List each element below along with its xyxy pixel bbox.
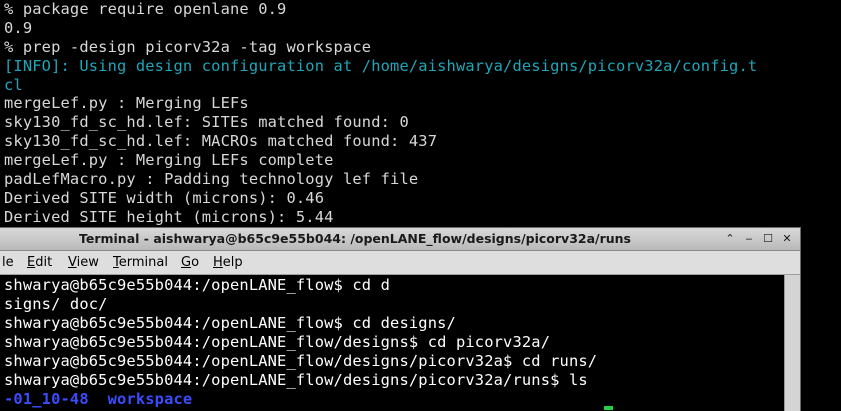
- menu-label: elp: [222, 255, 243, 270]
- menu-bar: le Edit View Terminal Go Help: [0, 251, 800, 275]
- menu-mnemonic: V: [68, 255, 77, 270]
- menu-label: erminal: [118, 255, 168, 270]
- terminal-line: % prep -design picorv32a -tag workspace: [4, 38, 372, 56]
- terminal-line: shwarya@b65c9e55b044:/openLANE_flow/desi…: [4, 371, 588, 389]
- menu-mnemonic: E: [27, 255, 36, 270]
- terminal-cursor: [604, 406, 613, 410]
- terminal-line: padLefMacro.py : Padding technology lef …: [4, 170, 419, 188]
- menu-edit[interactable]: Edit: [27, 251, 52, 274]
- menu-go[interactable]: Go: [181, 251, 199, 274]
- terminal-line: shwarya@b65c9e55b044:/openLANE_flow$ cd …: [4, 314, 456, 332]
- info-line: cl: [4, 76, 23, 94]
- terminal-output[interactable]: shwarya@b65c9e55b044:/openLANE_flow$ cd …: [0, 275, 784, 411]
- terminal-line: sky130_fd_sc_hd.lef: MACROs matched foun…: [4, 132, 438, 150]
- terminal-line: shwarya@b65c9e55b044:/openLANE_flow/desi…: [4, 333, 551, 351]
- menu-label: o: [191, 255, 200, 270]
- terminal-line: 0.9: [4, 19, 33, 37]
- terminal-line: mergeLef.py : Merging LEFs: [4, 94, 249, 112]
- maximize-button[interactable]: ☐: [760, 231, 776, 247]
- terminal-line: % package require openlane 0.9: [4, 0, 287, 18]
- menu-terminal[interactable]: Terminal: [113, 251, 168, 274]
- terminal-line: signs/ doc/: [4, 295, 108, 313]
- window-menu-button[interactable]: ⌃: [722, 231, 738, 247]
- window-title: Terminal - aishwarya@b65c9e55b044: /open…: [78, 231, 631, 246]
- terminal-line: sky130_fd_sc_hd.lef: SITEs matched found…: [4, 113, 409, 131]
- vertical-scrollbar[interactable]: [784, 275, 800, 411]
- terminal-window[interactable]: Terminal - aishwarya@b65c9e55b044: /open…: [0, 227, 801, 411]
- directory-entry: workspace: [107, 390, 193, 408]
- menu-mnemonic: G: [181, 255, 192, 270]
- background-terminal[interactable]: % package require openlane 0.9 0.9 % pre…: [0, 0, 841, 240]
- menu-view[interactable]: View: [68, 251, 99, 274]
- menu-mnemonic: H: [213, 255, 223, 270]
- menu-label: dit: [35, 255, 53, 270]
- terminal-line: Derived SITE height (microns): 5.44: [4, 208, 334, 226]
- menu-file[interactable]: le: [2, 251, 14, 274]
- terminal-line: mergeLef.py : Merging LEFs complete: [4, 151, 334, 169]
- info-line: [INFO]: Using design configuration at /h…: [4, 57, 758, 75]
- directory-entry: -01_10-48: [4, 390, 89, 408]
- ls-output-line: -01_10-48 workspace: [4, 390, 192, 409]
- menu-label: le: [2, 255, 14, 270]
- terminal-line: Derived SITE width (microns): 0.46: [4, 189, 325, 207]
- terminal-line: shwarya@b65c9e55b044:/openLANE_flow/desi…: [4, 352, 598, 370]
- desktop-screen: % package require openlane 0.9 0.9 % pre…: [0, 0, 841, 411]
- window-titlebar[interactable]: Terminal - aishwarya@b65c9e55b044: /open…: [0, 228, 800, 251]
- menu-help[interactable]: Help: [213, 251, 243, 274]
- minimize-button[interactable]: ‒: [741, 231, 757, 247]
- terminal-line: shwarya@b65c9e55b044:/openLANE_flow$ cd …: [4, 276, 391, 294]
- menu-label: iew: [76, 255, 99, 270]
- close-button[interactable]: ✕: [779, 231, 795, 247]
